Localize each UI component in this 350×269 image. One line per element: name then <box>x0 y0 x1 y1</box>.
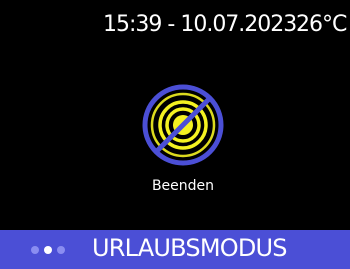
page-indicator <box>31 244 65 255</box>
datetime-display: 15:39 - 10.07.2023 <box>103 12 297 37</box>
main-content: Beenden <box>0 52 350 230</box>
page-dot-active[interactable] <box>44 245 52 254</box>
mode-title: URLAUBSMODUS <box>92 234 288 262</box>
disabled-sun-icon <box>142 84 224 166</box>
temperature-display: 26°C <box>296 12 347 37</box>
page-dot[interactable] <box>57 245 65 254</box>
status-bar: 15:39 - 10.07.2023 26°C <box>0 0 350 52</box>
end-vacation-button[interactable]: Beenden <box>131 83 235 209</box>
mode-bar: URLAUBSMODUS <box>0 230 350 269</box>
page-dot[interactable] <box>31 245 39 254</box>
end-vacation-label: Beenden <box>151 178 215 194</box>
